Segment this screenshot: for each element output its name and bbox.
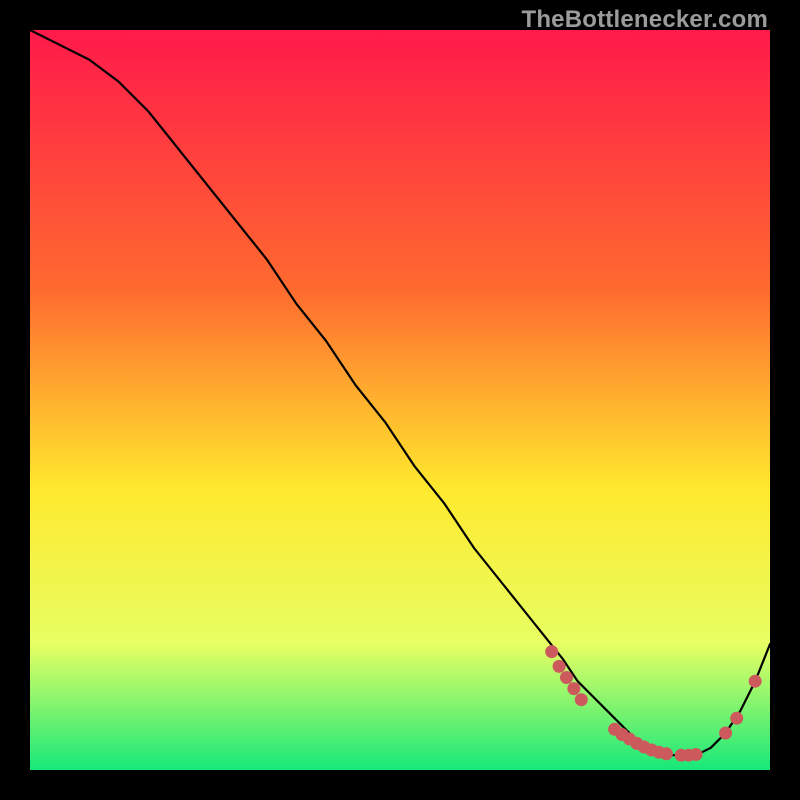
chart-frame bbox=[30, 30, 770, 770]
highlight-dot bbox=[553, 660, 566, 673]
highlight-dot bbox=[660, 747, 673, 760]
highlight-dot bbox=[560, 671, 573, 684]
bottleneck-chart bbox=[30, 30, 770, 770]
highlight-dot bbox=[575, 693, 588, 706]
highlight-dot bbox=[719, 727, 732, 740]
highlight-dot bbox=[567, 682, 580, 695]
highlight-dot bbox=[690, 748, 703, 761]
highlight-dot bbox=[749, 675, 762, 688]
highlight-dot bbox=[545, 645, 558, 658]
gradient-background bbox=[30, 30, 770, 770]
highlight-dot bbox=[730, 712, 743, 725]
